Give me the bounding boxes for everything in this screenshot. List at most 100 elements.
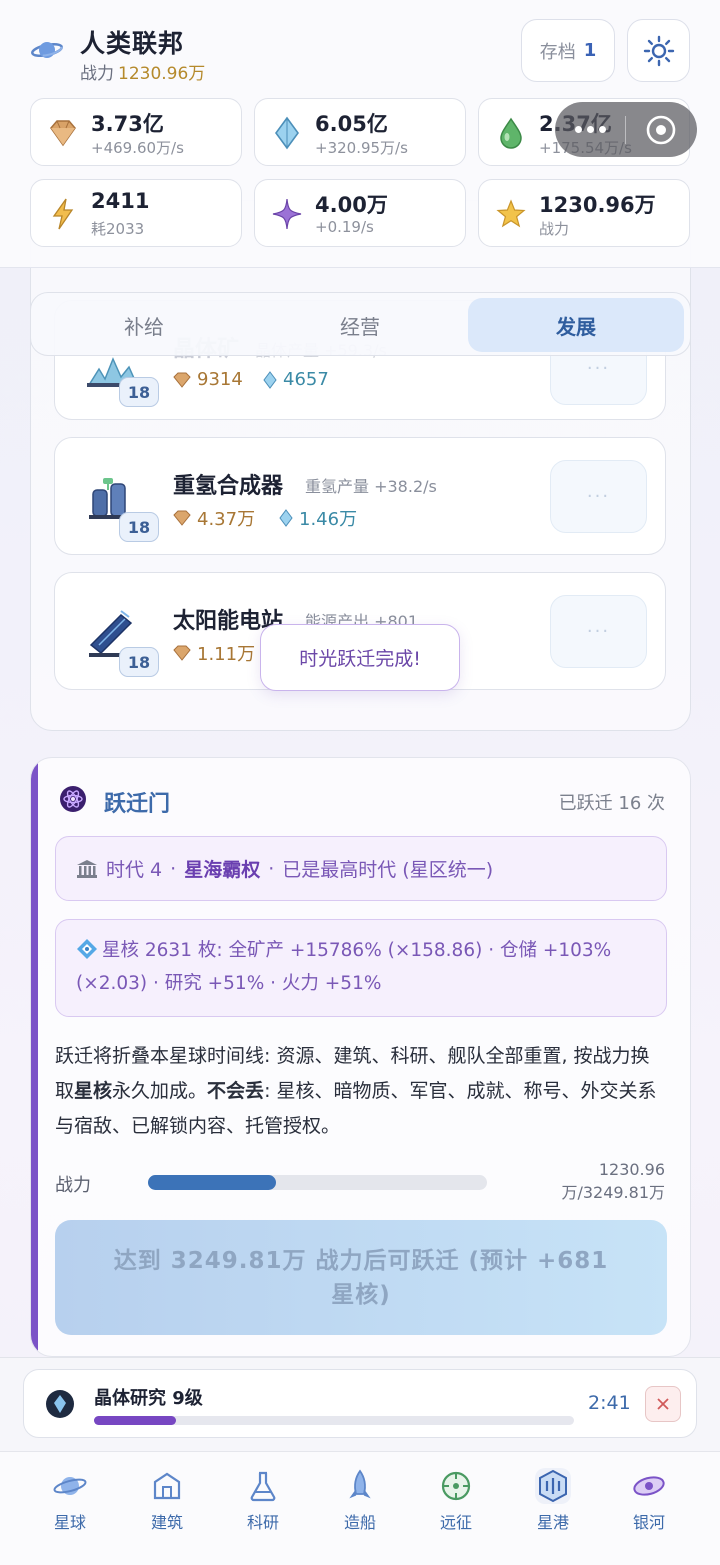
- nav-label: 科研: [246, 1513, 279, 1532]
- research-title: 晶体研究 9级: [94, 1388, 203, 1409]
- resource-consumption: 耗2033: [91, 220, 145, 238]
- settings-button[interactable]: [627, 19, 690, 82]
- dot-icon: [574, 126, 582, 133]
- nav-shipyard[interactable]: 造船: [312, 1452, 408, 1565]
- cost-crystal-value: 4657: [283, 369, 329, 390]
- resource-card-energy[interactable]: 2411 耗2033: [30, 179, 242, 247]
- nav-galaxy[interactable]: 银河: [601, 1452, 697, 1565]
- resource-card-power[interactable]: 1230.96万 战力: [478, 179, 690, 247]
- blue-crystal-icon: [275, 116, 299, 150]
- nav-research[interactable]: 科研: [215, 1452, 311, 1565]
- building-upgrade-button[interactable]: ···: [550, 595, 647, 668]
- warp-accent-bar: [31, 758, 38, 1356]
- research-gem-icon: [46, 1390, 74, 1418]
- warp-gate-panel: 跃迁门 已跃迁 16 次 时代 4 · 星海霸权 · 已是最高时代 (星区统一)…: [30, 757, 691, 1357]
- nav-label: 建筑: [150, 1513, 183, 1532]
- resource-rate: +0.19/s: [315, 218, 374, 236]
- planet-logo-icon: [31, 42, 63, 58]
- nav-planet[interactable]: 星球: [22, 1452, 118, 1565]
- power-label: 战力: [80, 64, 114, 84]
- tab-operations[interactable]: 经营: [252, 298, 468, 352]
- resource-value: 2411: [91, 189, 150, 213]
- building-effect: 重氢产量 +38.2/s: [305, 477, 437, 496]
- power-progress-bar: [148, 1175, 487, 1190]
- rocket-icon: [349, 1469, 371, 1499]
- era-separator: ·: [268, 857, 275, 880]
- sun-gear-icon: [643, 35, 674, 66]
- crosshair-icon: [441, 1471, 471, 1501]
- resource-rate: +469.60万/s: [91, 139, 184, 157]
- app-title: 人类联邦: [80, 29, 185, 58]
- header-power: 战力 1230.96万: [80, 59, 205, 84]
- desc-keep-keyword: 不会丢: [207, 1080, 265, 1102]
- building-card-deuterium-synth[interactable]: 18 重氢合成器 重氢产量 +38.2/s 4.37万 1.46万 ···: [54, 437, 666, 555]
- cost-crystal: 4657: [263, 369, 329, 390]
- resource-label: 战力: [539, 220, 570, 238]
- close-icon: [657, 1398, 669, 1410]
- era-name: 星海霸权: [184, 859, 261, 881]
- power-value: 1230.96万: [118, 64, 206, 84]
- blue-crystal-icon: [279, 509, 293, 527]
- galaxy-icon: [633, 1476, 665, 1496]
- cost-gold-value: 1.11万: [197, 644, 256, 665]
- warp-atom-icon: [60, 786, 86, 812]
- desc-core-keyword: 星核: [74, 1080, 113, 1102]
- nav-label: 造船: [343, 1513, 376, 1532]
- gold-gem-icon: [173, 645, 191, 661]
- dot-icon: [586, 126, 594, 133]
- warp-description: 跃迁将折叠本星球时间线: 资源、建筑、科研、舰队全部重置, 按战力换取星核永久加…: [55, 1039, 667, 1144]
- level-badge: 18: [119, 512, 159, 542]
- resource-card-gold[interactable]: 3.73亿 +469.60万/s: [30, 98, 242, 166]
- warp-button[interactable]: 达到 3249.81万 战力后可跃迁 (预计 +681 星核): [55, 1220, 667, 1335]
- building-upgrade-button[interactable]: ···: [550, 460, 647, 533]
- miniprogram-capsule: [555, 102, 697, 157]
- nav-label: 星港: [536, 1513, 569, 1532]
- desc-text: 永久加成。: [112, 1080, 208, 1102]
- research-queue-bar[interactable]: 晶体研究 9级 2:41: [23, 1369, 697, 1438]
- building-name: 重氢合成器: [173, 474, 284, 499]
- dot-icon: [598, 126, 606, 133]
- tab-supply[interactable]: 补给: [36, 298, 252, 352]
- nav-starport[interactable]: 星港: [505, 1452, 601, 1565]
- gold-gem-icon: [173, 510, 191, 526]
- nav-expedition[interactable]: 远征: [408, 1452, 504, 1565]
- era-info-box: 时代 4 · 星海霸权 · 已是最高时代 (星区统一): [55, 836, 667, 901]
- target-icon: [646, 115, 676, 144]
- planet-icon: [53, 1477, 87, 1495]
- section-tab-bar: 补给 经营 发展: [30, 292, 691, 356]
- cost-crystal: 1.46万: [279, 505, 357, 531]
- warp-gate-title: 跃迁门: [104, 792, 171, 817]
- star-core-bonus: 星核 2631 枚: 全矿产 +15786% (×158.86) · 仓储 +1…: [76, 940, 612, 994]
- lightning-icon: [52, 198, 74, 230]
- close-miniprogram-button[interactable]: [626, 114, 696, 146]
- level-badge: 18: [119, 647, 159, 677]
- save-slot-number: 1: [583, 40, 597, 61]
- warp-count: 已跃迁 16 次: [558, 793, 665, 814]
- star-core-box: 星核 2631 枚: 全矿产 +15786% (×158.86) · 仓储 +1…: [55, 919, 667, 1017]
- more-menu-button[interactable]: [555, 126, 625, 133]
- blue-crystal-icon: [263, 370, 277, 389]
- toast-message: 时光跃迁完成!: [260, 624, 460, 691]
- nav-label: 银河: [632, 1513, 665, 1532]
- cost-gold: 4.37万: [173, 505, 255, 531]
- resource-value: 4.00万: [315, 193, 388, 217]
- resource-card-crystal[interactable]: 6.05亿 +320.95万/s: [254, 98, 466, 166]
- cost-crystal-value: 1.46万: [299, 509, 358, 530]
- resource-card-dark-matter[interactable]: 4.00万 +0.19/s: [254, 179, 466, 247]
- cancel-research-button[interactable]: [645, 1386, 681, 1422]
- green-drop-icon: [500, 117, 522, 149]
- save-slot-button[interactable]: 存档 1: [521, 19, 615, 82]
- museum-icon: [77, 859, 97, 878]
- nav-label: 远征: [439, 1513, 472, 1532]
- cost-gold-value: 9314: [197, 369, 243, 390]
- research-progress-bar: [94, 1416, 574, 1425]
- progress-value: 1230.96 万/3249.81万: [561, 1160, 665, 1202]
- nav-building[interactable]: 建筑: [119, 1452, 215, 1565]
- cost-gold: 1.11万: [173, 640, 255, 666]
- building-icon: [153, 1472, 181, 1500]
- resource-value: 6.05亿: [315, 112, 388, 136]
- gold-gem-icon: [173, 372, 191, 388]
- research-progress-fill: [94, 1416, 176, 1425]
- era-separator: ·: [170, 857, 177, 880]
- tab-development[interactable]: 发展: [468, 298, 684, 352]
